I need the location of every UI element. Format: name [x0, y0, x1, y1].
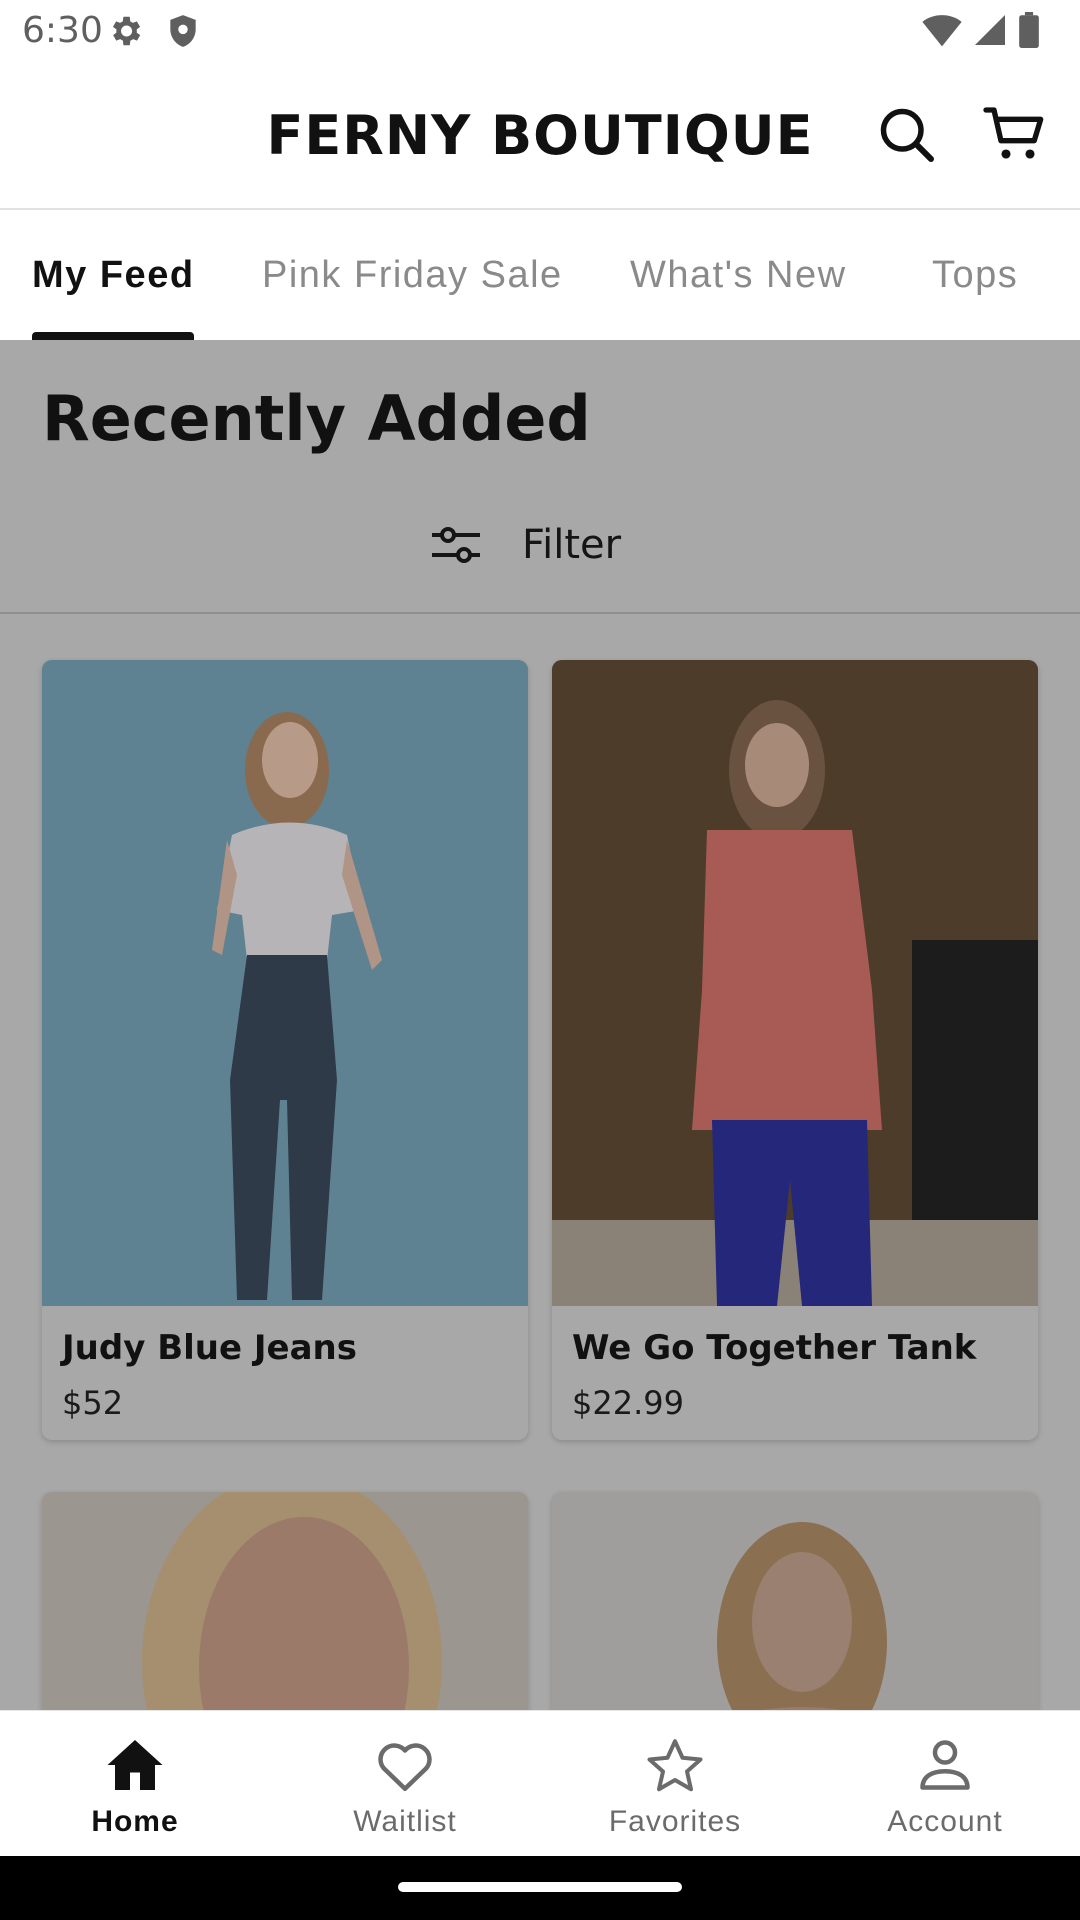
filter-button[interactable]: Filter — [430, 510, 621, 580]
product-info: We Go Together Tank $22.99 — [552, 1306, 1038, 1440]
product-name: We Go Together Tank — [572, 1328, 977, 1368]
product-image — [552, 660, 1038, 1306]
filter-icon — [432, 527, 480, 563]
shield-icon — [170, 15, 196, 47]
home-icon — [107, 1740, 163, 1790]
product-image — [42, 1492, 528, 1710]
account-icon — [920, 1740, 970, 1790]
nav-label: Home — [91, 1805, 179, 1838]
tab-my-feed[interactable]: My Feed — [32, 254, 195, 297]
signal-icon — [975, 15, 1005, 45]
product-price: $22.99 — [572, 1384, 684, 1422]
section-divider — [0, 612, 1080, 614]
nav-label: Waitlist — [353, 1805, 457, 1838]
filter-label: Filter — [522, 522, 622, 568]
status-bar: 6:30 — [0, 0, 1080, 64]
feed-content: Recently Added Filter Judy Blue Jeans $5… — [0, 340, 1080, 1710]
app-header: FERNY BOUTIQUE — [0, 64, 1080, 210]
nav-waitlist[interactable]: Waitlist — [270, 1711, 540, 1857]
heart-icon — [378, 1743, 432, 1791]
category-tabs: My Feed Pink Friday Sale What's New Tops — [0, 212, 1080, 340]
product-price: $52 — [62, 1384, 124, 1422]
product-card[interactable]: We Go Together Tank $22.99 — [552, 660, 1038, 1440]
model-portrait-illustration — [42, 1492, 528, 1710]
wifi-icon — [922, 15, 962, 47]
section-title: Recently Added — [42, 382, 591, 455]
product-image — [42, 660, 528, 1306]
nav-label: Favorites — [608, 1805, 742, 1838]
nav-home[interactable]: Home — [0, 1711, 270, 1857]
product-card[interactable] — [42, 1492, 528, 1710]
nav-account[interactable]: Account — [810, 1711, 1080, 1857]
model-jeans-illustration — [42, 660, 528, 1306]
cart-icon — [983, 107, 1044, 159]
tab-pink-friday-sale[interactable]: Pink Friday Sale — [262, 254, 563, 297]
model-portrait-illustration — [552, 1492, 1038, 1710]
product-card[interactable]: Judy Blue Jeans $52 — [42, 660, 528, 1440]
model-tank-illustration — [552, 660, 1038, 1306]
nav-label: Account — [887, 1805, 1003, 1838]
battery-icon — [1019, 12, 1039, 48]
bottom-navigation: Home Waitlist Favorites Account — [0, 1710, 1080, 1856]
product-info: Judy Blue Jeans $52 — [42, 1306, 528, 1440]
cart-button[interactable] — [980, 100, 1048, 168]
search-icon — [880, 108, 934, 162]
star-icon — [647, 1739, 703, 1792]
status-time: 6:30 — [22, 10, 103, 51]
search-button[interactable] — [872, 100, 940, 168]
tab-tops[interactable]: Tops — [932, 254, 1018, 297]
system-navigation-bar — [0, 1856, 1080, 1920]
active-tab-indicator — [32, 332, 194, 340]
tab-whats-new[interactable]: What's New — [630, 254, 847, 297]
home-gesture-handle[interactable] — [398, 1882, 682, 1892]
product-image — [552, 1492, 1038, 1710]
product-name: Judy Blue Jeans — [62, 1328, 357, 1368]
settings-icon — [112, 16, 141, 46]
nav-favorites[interactable]: Favorites — [540, 1711, 810, 1857]
product-card[interactable] — [552, 1492, 1038, 1710]
